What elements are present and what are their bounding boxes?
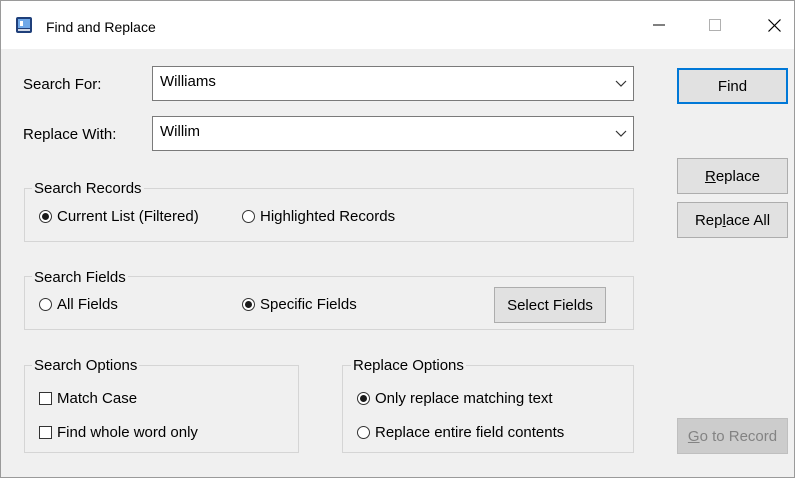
search-for-combobox[interactable]: Williams (152, 66, 634, 101)
radio-specific-fields[interactable]: Specific Fields (242, 296, 357, 313)
search-fields-title: Search Fields (32, 269, 128, 286)
radio-current-list[interactable]: Current List (Filtered) (39, 208, 199, 225)
close-icon (767, 18, 781, 32)
close-button[interactable] (743, 1, 795, 49)
replace-with-combobox[interactable]: Willim (152, 116, 634, 151)
minimize-button[interactable] (628, 1, 690, 49)
radio-only-matching[interactable]: Only replace matching text (357, 390, 553, 407)
chevron-down-icon[interactable] (615, 77, 627, 89)
app-database-icon (16, 17, 32, 33)
radio-selected-icon (242, 298, 255, 311)
radio-selected-icon (39, 210, 52, 223)
replace-options-title: Replace Options (351, 357, 466, 374)
title-bar: Find and Replace (1, 1, 794, 49)
search-for-label: Search For: (23, 76, 102, 93)
replace-with-label: Replace With: (23, 126, 117, 143)
radio-entire-field[interactable]: Replace entire field contents (357, 424, 564, 441)
maximize-button[interactable] (684, 1, 746, 49)
chevron-down-icon[interactable] (615, 127, 627, 139)
radio-unselected-icon (39, 298, 52, 311)
radio-selected-icon (357, 392, 370, 405)
checkbox-icon (39, 426, 52, 439)
find-button[interactable]: Find (677, 68, 788, 104)
radio-unselected-icon (242, 210, 255, 223)
search-for-value: Williams (160, 73, 216, 90)
search-options-title: Search Options (32, 357, 140, 374)
radio-all-fields[interactable]: All Fields (39, 296, 118, 313)
checkbox-match-case[interactable]: Match Case (39, 390, 137, 407)
find-replace-dialog: Find and Replace Search For: Williams Re… (0, 0, 795, 478)
replace-button[interactable]: Replace (677, 158, 788, 194)
go-to-record-button[interactable]: Go to Record (677, 418, 788, 454)
minimize-icon (653, 24, 665, 26)
select-fields-button[interactable]: Select Fields (494, 287, 606, 323)
maximize-icon (709, 19, 721, 31)
checkbox-icon (39, 392, 52, 405)
search-records-title: Search Records (32, 180, 144, 197)
radio-highlighted-records[interactable]: Highlighted Records (242, 208, 395, 225)
checkbox-whole-word[interactable]: Find whole word only (39, 424, 198, 441)
radio-unselected-icon (357, 426, 370, 439)
window-title: Find and Replace (46, 19, 156, 35)
replace-with-value: Willim (160, 123, 200, 140)
replace-all-button[interactable]: Rep l ace All (677, 202, 788, 238)
